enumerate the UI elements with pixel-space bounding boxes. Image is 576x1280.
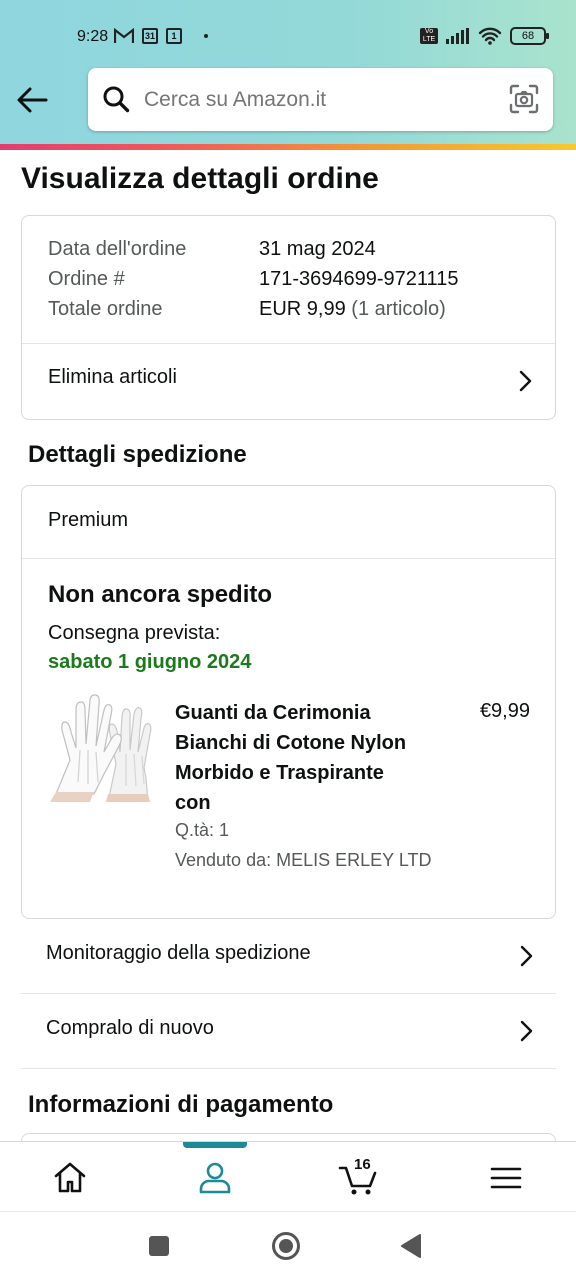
chevron-right-icon [520, 945, 533, 967]
product-quantity: Q.tà: 1 [175, 820, 230, 840]
android-nav-bar [0, 1211, 576, 1280]
payment-section-title: Informazioni di pagamento [28, 1091, 334, 1118]
bottom-nav [0, 1141, 576, 1211]
track-shipment-row[interactable]: Monitoraggio della spedizione [21, 919, 556, 993]
product-image[interactable] [50, 694, 154, 802]
chevron-right-icon [520, 1020, 533, 1042]
home-icon[interactable] [50, 1158, 90, 1198]
recent-apps-icon[interactable] [148, 1235, 170, 1257]
order-number-label: Ordine # [48, 268, 125, 290]
order-date-value: 31 mag 2024 [259, 238, 376, 260]
cart-count-badge: 16 [354, 1156, 371, 1173]
status-time: 9:28 [77, 28, 109, 45]
buy-again-row[interactable]: Compralo di nuovo [21, 994, 556, 1068]
order-total-label: Totale ordine [48, 298, 163, 320]
search-input[interactable] [144, 68, 484, 131]
app-header: 9:28 31 1 Vo LTE 68 [0, 0, 576, 150]
search-icon[interactable] [102, 85, 130, 113]
shipping-service-label: Premium [48, 509, 129, 531]
product-seller: Venduto da: MELIS ERLEY LTD [175, 850, 432, 870]
back-triangle-icon[interactable] [400, 1233, 422, 1259]
back-arrow-icon[interactable] [14, 82, 50, 118]
home-circle-icon[interactable] [271, 1231, 301, 1261]
order-date-label: Data dell'ordine [48, 238, 187, 260]
divider [21, 1068, 556, 1069]
order-item-count: (1 articolo) [351, 298, 446, 320]
status-notifications: 31 1 [114, 28, 208, 44]
battery-icon: 68 [510, 27, 549, 45]
shipment-status: Non ancora spedito [48, 581, 273, 608]
search-bar[interactable] [88, 68, 553, 131]
buy-again-label: Compralo di nuovo [46, 1017, 214, 1039]
active-tab-indicator [183, 1142, 247, 1148]
delivery-label: Consegna prevista: [48, 622, 221, 644]
status-system-icons: Vo LTE 68 [420, 27, 549, 45]
shipment-card: Premium Non ancora spedito Consegna prev… [21, 485, 556, 919]
shipping-section-title: Dettagli spedizione [28, 441, 247, 468]
delivery-date: sabato 1 giugno 2024 [48, 651, 252, 673]
order-summary-card: Data dell'ordine 31 mag 2024 Ordine # 17… [21, 215, 556, 420]
page-title: Visualizza dettagli ordine [21, 162, 379, 195]
header-accent-stripe [0, 144, 576, 150]
delete-items-row[interactable]: Elimina articoli [22, 344, 555, 420]
signal-icon [446, 28, 469, 44]
status-bar: 9:28 31 1 Vo LTE 68 [0, 22, 576, 52]
gmail-icon [114, 28, 134, 43]
order-total-value: EUR 9,99 (1 articolo) [259, 298, 446, 321]
account-icon[interactable] [195, 1158, 235, 1198]
track-shipment-label: Monitoraggio della spedizione [46, 942, 311, 964]
wifi-icon [478, 27, 502, 45]
product-title[interactable]: Guanti da Cerimonia Bianchi di Cotone Ny… [175, 698, 415, 818]
divider [22, 558, 555, 559]
delete-items-label: Elimina articoli [48, 366, 177, 388]
order-number-value: 171-3694699-9721115 [259, 268, 459, 290]
calendar-icon: 31 [142, 28, 158, 44]
product-price: €9,99 [479, 700, 530, 722]
chevron-right-icon [519, 370, 532, 392]
order-total-amount: EUR 9,99 [259, 298, 346, 320]
more-notifications-icon [204, 34, 208, 38]
camera-search-icon[interactable] [509, 84, 539, 114]
menu-icon[interactable] [486, 1158, 526, 1198]
notification-icon: 1 [166, 28, 182, 44]
volte-icon: Vo LTE [420, 28, 438, 44]
